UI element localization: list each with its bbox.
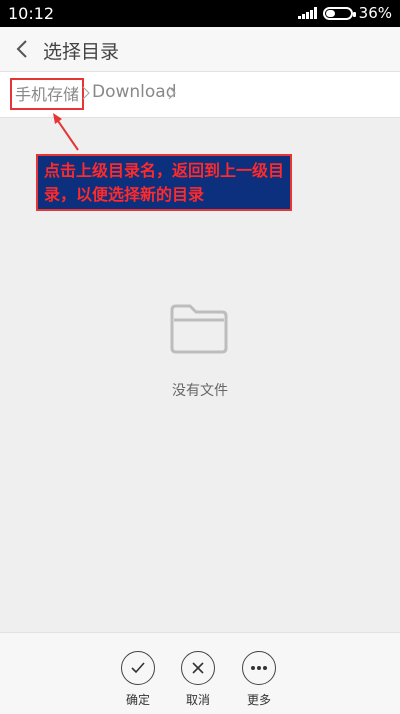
- status-indicators: 36%: [297, 4, 392, 22]
- empty-state-text: 没有文件: [172, 383, 228, 399]
- title-bar: 选择目录: [0, 27, 400, 72]
- confirm-button[interactable]: 确定: [112, 651, 164, 708]
- check-icon: [121, 651, 155, 685]
- cancel-button[interactable]: 取消: [172, 651, 224, 708]
- more-button[interactable]: 更多: [233, 651, 285, 708]
- back-icon[interactable]: [14, 37, 32, 61]
- more-label: 更多: [246, 693, 271, 707]
- cancel-label: 取消: [185, 693, 210, 707]
- confirm-label: 确定: [125, 693, 150, 707]
- annotation-arrow-icon: [53, 113, 79, 151]
- folder-icon: [170, 304, 228, 354]
- breadcrumb-current[interactable]: Download: [92, 82, 177, 102]
- breadcrumb-root[interactable]: 手机存储: [10, 78, 85, 110]
- page-title: 选择目录: [43, 41, 120, 63]
- battery-icon: [322, 6, 356, 20]
- battery-fill: [325, 9, 335, 17]
- annotation-callout: 点击上级目录名，返回到上一级目录，以便选择新的目录: [36, 154, 292, 211]
- bottom-action-bar: 确定 取消 更多: [0, 632, 400, 714]
- status-bar: 10:12 36%: [0, 0, 400, 27]
- battery-percent: 36%: [358, 4, 392, 22]
- more-icon: [242, 651, 276, 685]
- chevron-right-icon: [168, 86, 176, 100]
- status-time: 10:12: [8, 4, 55, 23]
- chevron-right-icon: [82, 86, 90, 100]
- close-icon: [181, 651, 215, 685]
- signal-icon: [297, 7, 317, 19]
